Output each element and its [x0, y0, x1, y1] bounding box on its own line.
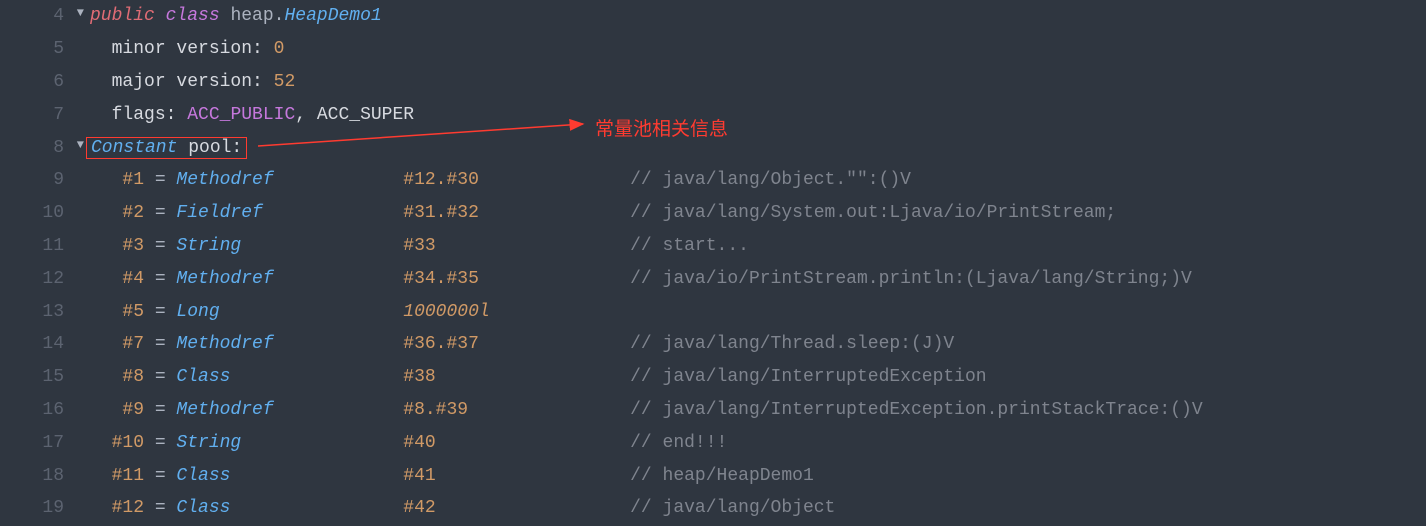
line-content: #10 = String #40 // end!!!: [72, 433, 727, 453]
line-content: #3 = String #33 // start...: [72, 236, 749, 256]
code-line: 9 #1 = Methodref #12.#30 // java/lang/Ob…: [0, 164, 1426, 197]
line-content: flags: ACC_PUBLIC, ACC_SUPER: [72, 105, 414, 125]
code-line: 19 #12 = Class #42 // java/lang/Object: [0, 492, 1426, 525]
line-number: 15: [0, 367, 72, 387]
code-line: 12 #4 = Methodref #34.#35 // java/io/Pri…: [0, 262, 1426, 295]
code-line: 5 minor version: 0: [0, 33, 1426, 66]
fold-marker-icon[interactable]: ▼: [77, 6, 84, 20]
line-number: 8▼: [0, 138, 72, 158]
line-number: 5: [0, 39, 72, 59]
line-number: 14: [0, 334, 72, 354]
line-number: 16: [0, 400, 72, 420]
line-number: 6: [0, 72, 72, 92]
line-content: #7 = Methodref #36.#37 // java/lang/Thre…: [72, 334, 954, 354]
line-number: 18: [0, 466, 72, 486]
fold-marker-icon[interactable]: ▼: [77, 138, 84, 152]
code-line: 18 #11 = Class #41 // heap/HeapDemo1: [0, 459, 1426, 492]
line-content: #11 = Class #41 // heap/HeapDemo1: [72, 466, 814, 486]
line-content: #5 = Long 1000000l: [72, 302, 619, 322]
line-content: Constant pool:: [72, 138, 247, 158]
line-content: #4 = Methodref #34.#35 // java/io/PrintS…: [72, 269, 1192, 289]
code-editor[interactable]: 4▼ public class heap.HeapDemo1 5 minor v…: [0, 0, 1426, 525]
highlighted-span: Constant pool:: [86, 137, 247, 159]
line-number: 12: [0, 269, 72, 289]
line-content: #12 = Class #42 // java/lang/Object: [72, 498, 835, 518]
code-line: 16 #9 = Methodref #8.#39 // java/lang/In…: [0, 394, 1426, 427]
line-content: #2 = Fieldref #31.#32 // java/lang/Syste…: [72, 203, 1116, 223]
line-number: 9: [0, 170, 72, 190]
code-line: 6 major version: 52: [0, 66, 1426, 99]
line-number: 13: [0, 302, 72, 322]
annotation-text: 常量池相关信息: [595, 114, 728, 141]
line-number: 7: [0, 105, 72, 125]
line-number: 17: [0, 433, 72, 453]
code-line: 10 #2 = Fieldref #31.#32 // java/lang/Sy…: [0, 197, 1426, 230]
code-line: 14 #7 = Methodref #36.#37 // java/lang/T…: [0, 328, 1426, 361]
line-number: 11: [0, 236, 72, 256]
line-number: 19: [0, 498, 72, 518]
line-number: 4▼: [0, 6, 72, 26]
code-line: 13 #5 = Long 1000000l: [0, 295, 1426, 328]
code-line: 4▼ public class heap.HeapDemo1: [0, 0, 1426, 33]
line-content: #8 = Class #38 // java/lang/InterruptedE…: [72, 367, 987, 387]
line-content: #9 = Methodref #8.#39 // java/lang/Inter…: [72, 400, 1203, 420]
code-line: 17 #10 = String #40 // end!!!: [0, 426, 1426, 459]
code-line: 15 #8 = Class #38 // java/lang/Interrupt…: [0, 361, 1426, 394]
line-content: #1 = Methodref #12.#30 // java/lang/Obje…: [72, 170, 911, 190]
line-number: 10: [0, 203, 72, 223]
code-line: 11 #3 = String #33 // start...: [0, 230, 1426, 263]
line-content: public class heap.HeapDemo1: [72, 6, 382, 26]
line-content: major version: 52: [72, 72, 295, 92]
line-content: minor version: 0: [72, 39, 284, 59]
